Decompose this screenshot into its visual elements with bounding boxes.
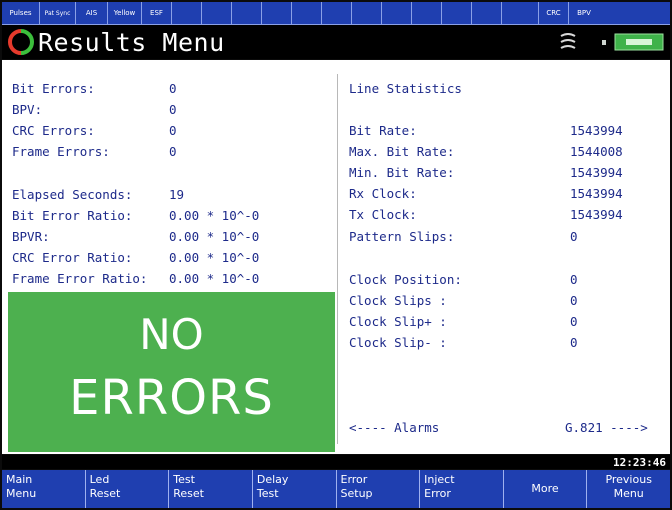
crc-error-ratio-label: CRC Error Ratio:: [12, 250, 133, 265]
softkey-line-1: Error: [340, 473, 368, 486]
clock-slips-value: 0: [570, 293, 578, 308]
clock-slips-label: Clock Slips :: [349, 293, 447, 308]
softkey-line-1: Test: [173, 473, 195, 486]
column-divider: [337, 74, 338, 444]
status-pattern-sync: Pat Sync: [40, 2, 76, 24]
softkey-line-2: Error: [424, 487, 451, 500]
connection-icon: [558, 31, 578, 53]
g821-nav-link[interactable]: G.821 ---->: [565, 421, 648, 435]
status-cell-15: [442, 2, 472, 24]
brand-logo-icon: [8, 29, 34, 55]
crc-errors-value: 0: [169, 123, 177, 138]
bpv-value: 0: [169, 102, 177, 117]
status-crc: CRC: [539, 2, 569, 24]
clock-strip: 12:23:46: [2, 455, 670, 469]
status-cell-11: [322, 2, 352, 24]
softkey-bar: Main Menu Led Reset Test Reset Delay Tes…: [2, 470, 670, 508]
bit-error-ratio-value: 0.00 * 10^-0: [169, 208, 260, 223]
softkey-line-2: Reset: [89, 487, 121, 500]
status-yellow: Yellow: [108, 2, 142, 24]
clock-time: 12:23:46: [613, 456, 666, 469]
bit-errors-label: Bit Errors:: [12, 81, 95, 96]
inject-error-softkey[interactable]: Inject Error: [420, 470, 504, 508]
bpvr-label: BPVR:: [12, 229, 50, 244]
analyzer-screen: Pulses Pat Sync AIS Yellow ESF CRC BPV R…: [0, 0, 672, 510]
status-cell-12: [352, 2, 382, 24]
softkey-line-1: Led: [89, 473, 110, 486]
softkey-line-2: Menu: [6, 487, 37, 500]
delay-test-softkey[interactable]: Delay Test: [253, 470, 337, 508]
softkey-line-2: Menu: [613, 487, 644, 500]
softkey-line-2: Reset: [173, 487, 204, 500]
banner-line-2: ERRORS: [69, 370, 274, 426]
min-bit-rate-label: Min. Bit Rate:: [349, 165, 455, 180]
previous-menu-softkey[interactable]: Previous Menu: [587, 470, 670, 508]
rx-clock-value: 1543994: [570, 186, 623, 201]
no-errors-banner: NO ERRORS: [8, 292, 335, 452]
results-panel: Bit Errors: 0 BPV: 0 CRC Errors: 0 Frame…: [2, 60, 670, 454]
clock-position-value: 0: [570, 272, 578, 287]
test-reset-softkey[interactable]: Test Reset: [169, 470, 253, 508]
status-ais: AIS: [76, 2, 108, 24]
rx-clock-label: Rx Clock:: [349, 186, 417, 201]
alarms-nav-link[interactable]: <---- Alarms: [349, 421, 439, 435]
max-bit-rate-label: Max. Bit Rate:: [349, 144, 455, 159]
status-cell-10: [292, 2, 322, 24]
frame-error-ratio-label: Frame Error Ratio:: [12, 271, 148, 286]
status-cell-13: [382, 2, 412, 24]
softkey-line-1: More: [531, 482, 559, 495]
clock-slip-minus-value: 0: [570, 335, 578, 350]
pattern-slips-label: Pattern Slips:: [349, 229, 455, 244]
status-indicator-bar: Pulses Pat Sync AIS Yellow ESF CRC BPV: [2, 2, 670, 25]
led-reset-softkey[interactable]: Led Reset: [86, 470, 170, 508]
status-cell-16: [472, 2, 502, 24]
elapsed-seconds-value: 19: [169, 187, 185, 202]
softkey-line-2: Setup: [340, 487, 373, 500]
clock-position-label: Clock Position:: [349, 272, 462, 287]
error-setup-softkey[interactable]: Error Setup: [337, 470, 421, 508]
softkey-line-1: Main: [6, 473, 33, 486]
clock-slip-minus-label: Clock Slip- :: [349, 335, 447, 350]
banner-line-1: NO: [139, 310, 204, 359]
status-cell-6: [172, 2, 202, 24]
power-dot-icon: [602, 40, 606, 45]
bpv-label: BPV:: [12, 102, 43, 117]
crc-errors-label: CRC Errors:: [12, 123, 95, 138]
battery-icon: [614, 33, 664, 51]
softkey-line-1: Previous: [605, 473, 652, 486]
main-menu-softkey[interactable]: Main Menu: [2, 470, 86, 508]
bit-errors-value: 0: [169, 81, 177, 96]
status-cell-9: [262, 2, 292, 24]
min-bit-rate-value: 1543994: [570, 165, 623, 180]
frame-errors-value: 0: [169, 144, 177, 159]
elapsed-seconds-label: Elapsed Seconds:: [12, 187, 133, 202]
status-cell-17: [502, 2, 539, 24]
pattern-slips-value: 0: [570, 229, 578, 244]
frame-error-ratio-value: 0.00 * 10^-0: [169, 271, 260, 286]
status-bpv: BPV: [577, 8, 591, 17]
status-pulses: Pulses: [2, 2, 40, 24]
softkey-line-1: Delay: [256, 473, 289, 486]
more-softkey[interactable]: More: [504, 470, 588, 508]
bpvr-value: 0.00 * 10^-0: [169, 229, 260, 244]
bit-rate-value: 1543994: [570, 123, 623, 138]
status-cell-8: [232, 2, 262, 24]
clock-slip-plus-label: Clock Slip+ :: [349, 314, 447, 329]
frame-errors-label: Frame Errors:: [12, 144, 110, 159]
tx-clock-value: 1543994: [570, 207, 623, 222]
page-title: Results Menu: [38, 27, 225, 57]
line-statistics-heading: Line Statistics: [349, 81, 462, 96]
clock-slip-plus-value: 0: [570, 314, 578, 329]
status-cell-14: [412, 2, 442, 24]
bit-error-ratio-label: Bit Error Ratio:: [12, 208, 133, 223]
tx-clock-label: Tx Clock:: [349, 207, 417, 222]
softkey-line-2: Test: [256, 487, 279, 500]
status-cell-7: [202, 2, 232, 24]
crc-error-ratio-value: 0.00 * 10^-0: [169, 250, 260, 265]
softkey-line-1: Inject: [424, 473, 455, 486]
status-esf: ESF: [142, 2, 172, 24]
max-bit-rate-value: 1544008: [570, 144, 623, 159]
title-bar: Results Menu: [2, 25, 670, 59]
bit-rate-label: Bit Rate:: [349, 123, 417, 138]
